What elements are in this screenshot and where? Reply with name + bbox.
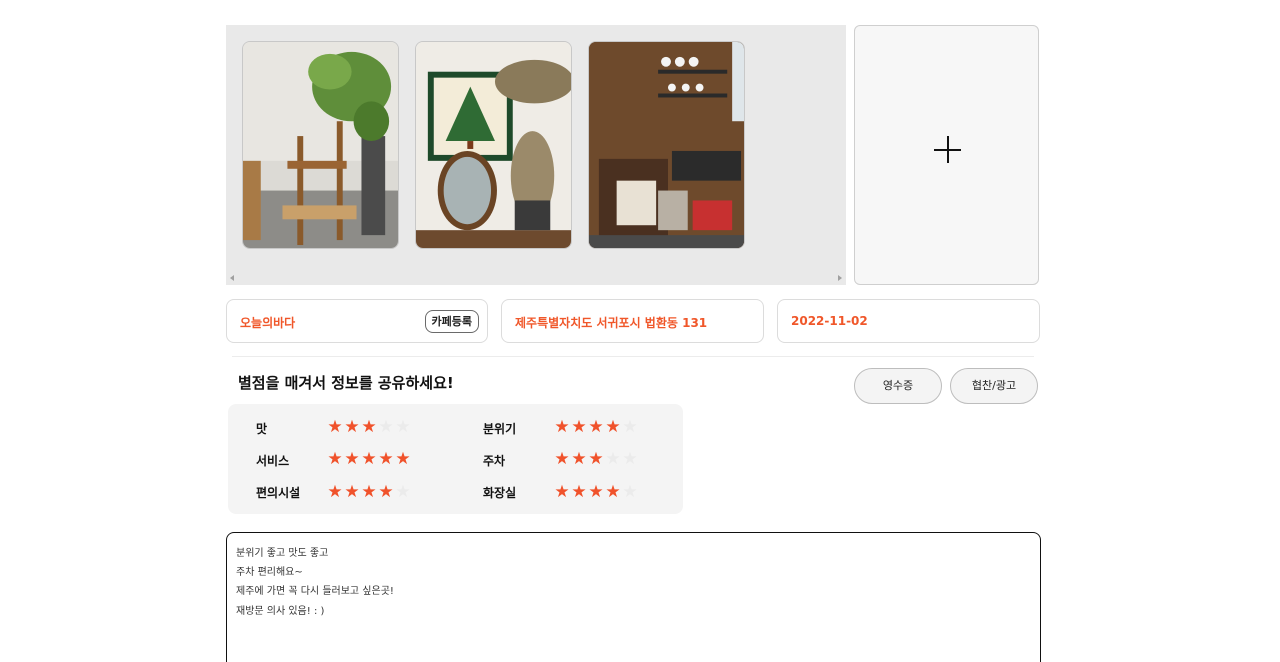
cafe-register-button[interactable]: 카페등록 — [424, 310, 479, 333]
sponsor-ad-button[interactable]: 협찬/광고 — [950, 368, 1038, 404]
photo-gallery[interactable] — [226, 25, 846, 285]
star-icon[interactable]: ★ — [361, 419, 377, 436]
star-icon[interactable]: ★ — [327, 419, 343, 436]
visit-date: 2022-11-02 — [791, 314, 868, 328]
star-icon[interactable]: ★ — [571, 484, 587, 501]
rating-label-atmosphere: 분위기 — [483, 422, 517, 436]
section-divider — [232, 356, 1034, 357]
star-icon[interactable]: ★ — [378, 451, 394, 468]
star-icon[interactable]: ★ — [327, 451, 343, 468]
star-icon[interactable]: ★ — [395, 419, 411, 436]
rating-title: 별점을 매겨서 정보를 공유하세요! — [238, 374, 454, 392]
cafe-photo-3[interactable] — [588, 41, 745, 249]
cafe-photo-2[interactable] — [415, 41, 572, 249]
plus-icon — [934, 136, 961, 163]
star-icon[interactable]: ★ — [571, 419, 587, 436]
star-icon[interactable]: ★ — [605, 451, 621, 468]
rating-label-restroom: 화장실 — [483, 486, 517, 500]
rating-stars-service[interactable]: ★ ★ ★ ★ ★ — [327, 451, 411, 468]
star-icon[interactable]: ★ — [605, 419, 621, 436]
cafe-address: 제주특별자치도 서귀포시 법환동 131 — [515, 316, 708, 330]
star-icon[interactable]: ★ — [395, 484, 411, 501]
cafe-name: 오늘의바다 — [240, 316, 296, 330]
star-icon[interactable]: ★ — [622, 484, 638, 501]
star-icon[interactable]: ★ — [622, 419, 638, 436]
add-photo-button[interactable] — [854, 25, 1039, 285]
rating-panel: 맛 ★ ★ ★ ★ ★ 분위기 ★ ★ ★ ★ ★ 서비스 ★ ★ ★ ★ ★ 주차 ★ ★ ★ ★ ★ 편의시… — [228, 404, 683, 514]
rating-label-service: 서비스 — [256, 454, 290, 468]
star-icon[interactable]: ★ — [344, 484, 360, 501]
star-icon[interactable]: ★ — [554, 451, 570, 468]
star-icon[interactable]: ★ — [378, 419, 394, 436]
rating-stars-taste[interactable]: ★ ★ ★ ★ ★ — [327, 419, 411, 436]
star-icon[interactable]: ★ — [361, 451, 377, 468]
review-line: 분위기 좋고 맛도 좋고 — [236, 548, 329, 559]
rating-stars-atmosphere[interactable]: ★ ★ ★ ★ ★ — [554, 419, 638, 436]
review-line: 주차 편리해요~ — [236, 567, 303, 578]
date-box[interactable]: 2022-11-02 — [777, 299, 1040, 343]
scroll-right-arrow[interactable] — [838, 275, 842, 281]
receipt-button[interactable]: 영수증 — [854, 368, 942, 404]
rating-label-taste: 맛 — [256, 422, 268, 436]
rating-stars-parking[interactable]: ★ ★ ★ ★ ★ — [554, 451, 638, 468]
star-icon[interactable]: ★ — [327, 484, 343, 501]
star-icon[interactable]: ★ — [588, 451, 604, 468]
star-icon[interactable]: ★ — [571, 451, 587, 468]
cafe-name-box[interactable]: 오늘의바다 카페등록 — [226, 299, 488, 343]
rating-label-parking: 주차 — [483, 454, 506, 468]
star-icon[interactable]: ★ — [588, 484, 604, 501]
star-icon[interactable]: ★ — [395, 451, 411, 468]
review-line: 제주에 가면 꼭 다시 들러보고 싶은곳! — [236, 586, 394, 597]
star-icon[interactable]: ★ — [378, 484, 394, 501]
rating-stars-facilities[interactable]: ★ ★ ★ ★ ★ — [327, 484, 411, 501]
star-icon[interactable]: ★ — [605, 484, 621, 501]
review-textarea[interactable]: 분위기 좋고 맛도 좋고 주차 편리해요~ 제주에 가면 꼭 다시 들러보고 싶… — [226, 532, 1041, 662]
star-icon[interactable]: ★ — [588, 419, 604, 436]
scroll-left-arrow[interactable] — [230, 275, 234, 281]
review-line: 재방문 의사 있음! : ) — [236, 606, 325, 617]
rating-label-facilities: 편의시설 — [256, 486, 301, 500]
cafe-photo-1[interactable] — [242, 41, 399, 249]
rating-stars-restroom[interactable]: ★ ★ ★ ★ ★ — [554, 484, 638, 501]
star-icon[interactable]: ★ — [344, 419, 360, 436]
star-icon[interactable]: ★ — [554, 419, 570, 436]
star-icon[interactable]: ★ — [622, 451, 638, 468]
star-icon[interactable]: ★ — [361, 484, 377, 501]
star-icon[interactable]: ★ — [344, 451, 360, 468]
star-icon[interactable]: ★ — [554, 484, 570, 501]
address-box[interactable]: 제주특별자치도 서귀포시 법환동 131 — [501, 299, 764, 343]
